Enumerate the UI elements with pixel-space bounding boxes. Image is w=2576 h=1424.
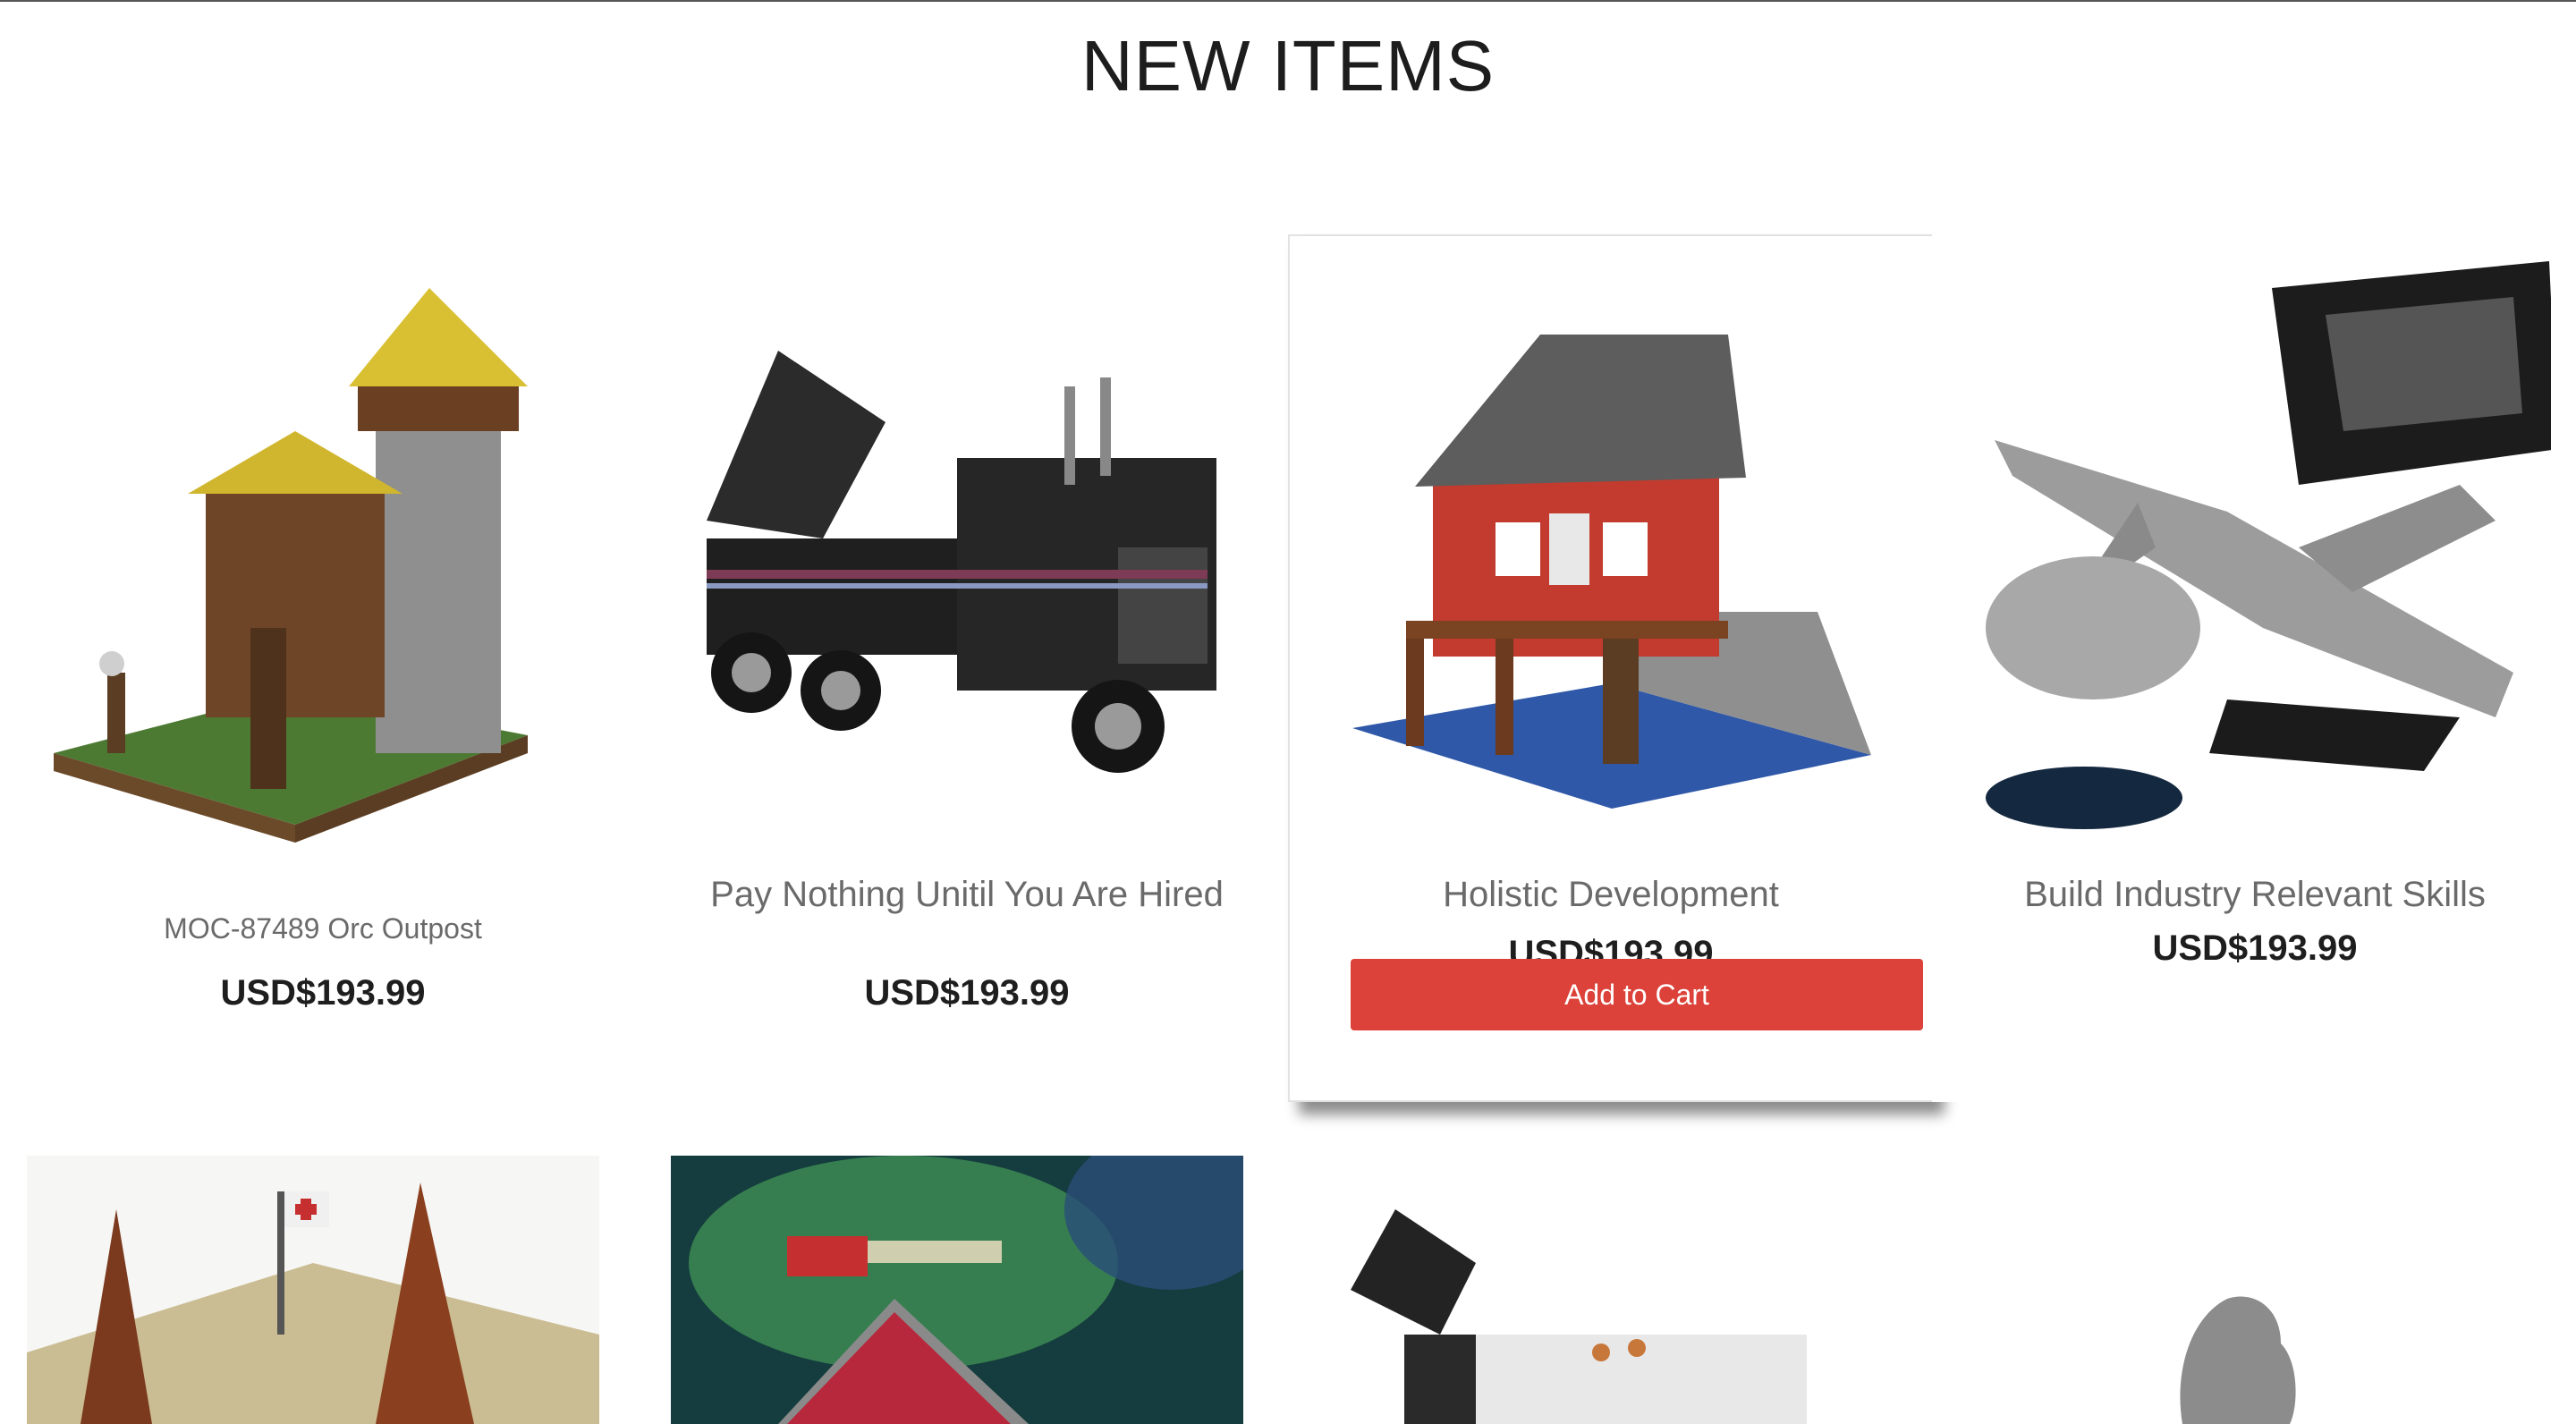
product-price: USD$193.99	[1508, 934, 1714, 961]
product-name[interactable]: Build Industry Relevant Skills	[1932, 873, 2576, 916]
tow-truck-image[interactable]	[671, 252, 1263, 878]
product-name[interactable]: Holistic Development	[1290, 873, 1932, 916]
add-to-cart-button[interactable]: Add to Cart	[1351, 959, 1923, 1030]
product-card[interactable]: MOC-87489 Orc Outpost USD$193.99	[0, 234, 646, 1102]
product-name[interactable]: MOC-87489 Orc Outpost	[0, 907, 646, 950]
product-price: USD$193.99	[220, 973, 426, 1013]
aurora-sleigh-image[interactable]	[671, 1156, 1243, 1424]
section-title: NEW ITEMS	[1080, 26, 1496, 106]
product-price: USD$193.99	[2152, 928, 2358, 968]
product-card[interactable]: Build Industry Relevant Skills USD$193.9…	[1932, 234, 2576, 1102]
fighter-jet-image[interactable]	[1959, 252, 2551, 878]
product-name[interactable]: Pay Nothing Unitil You Are Hired	[644, 873, 1290, 916]
grey-figure-image[interactable]	[1959, 1156, 2531, 1424]
fishing-cabin-image[interactable]	[1317, 236, 1909, 862]
product-card[interactable]: Pay Nothing Unitil You Are Hired USD$193…	[644, 234, 1290, 1102]
orc-outpost-image[interactable]	[27, 252, 619, 878]
product-price: USD$193.99	[864, 973, 1070, 1013]
military-camp-image[interactable]	[27, 1156, 599, 1424]
top-border	[0, 0, 2576, 2]
crane-truck-image[interactable]	[1315, 1156, 1887, 1424]
